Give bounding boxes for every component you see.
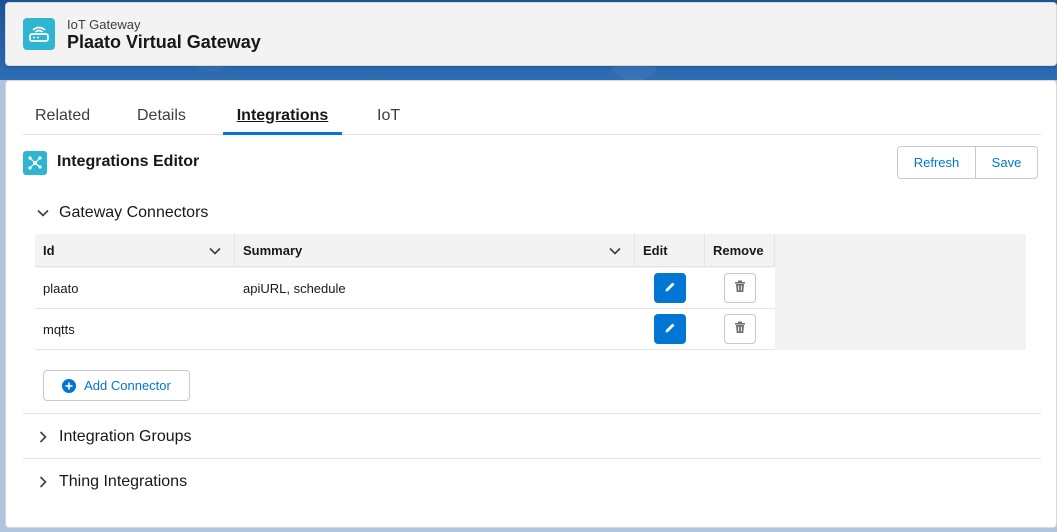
section-integration-groups-label: Integration Groups: [59, 428, 192, 445]
column-header-remove: Remove: [705, 234, 775, 267]
edit-button[interactable]: [654, 273, 686, 303]
refresh-button[interactable]: Refresh: [898, 147, 976, 178]
cell-id: plaato: [43, 280, 79, 296]
edit-button[interactable]: [654, 314, 686, 344]
record-type-label: IoT Gateway: [67, 17, 141, 32]
remove-button[interactable]: [724, 314, 756, 344]
record-header: IoT Gateway Plaato Virtual Gateway: [5, 2, 1057, 66]
chevron-down-icon[interactable]: [208, 244, 222, 261]
cell-summary: [235, 309, 635, 349]
tab-bar: Related Details Integrations IoT: [23, 99, 1041, 135]
trash-icon: [734, 321, 746, 337]
tab-iot[interactable]: IoT: [377, 99, 400, 135]
remove-button[interactable]: [724, 273, 756, 303]
pencil-icon: [664, 281, 676, 296]
cell-summary: apiURL, schedule: [243, 280, 346, 296]
table-header: Id Summary Edit Remove: [35, 234, 775, 267]
pencil-icon: [664, 322, 676, 337]
editor-title: Integrations Editor: [57, 153, 200, 170]
save-button[interactable]: Save: [976, 147, 1037, 178]
chevron-down-icon: [33, 203, 53, 223]
router-icon: [23, 18, 55, 50]
tab-related[interactable]: Related: [35, 99, 90, 135]
tab-details[interactable]: Details: [137, 99, 186, 135]
column-header-id[interactable]: Id: [35, 234, 235, 267]
record-title: Plaato Virtual Gateway: [67, 32, 261, 52]
section-divider: [23, 413, 1041, 414]
column-header-summary[interactable]: Summary: [235, 234, 635, 267]
table-row: mqtts: [35, 309, 775, 350]
column-header-edit: Edit: [635, 234, 705, 267]
network-icon: [23, 151, 47, 175]
section-gateway-connectors-toggle[interactable]: Gateway Connectors: [23, 201, 1041, 225]
main-content-card: Related Details Integrations IoT Integra…: [5, 80, 1057, 528]
cell-id: mqtts: [43, 321, 75, 337]
connectors-table: Id Summary Edit Remove plaato apiURL, sc…: [35, 234, 1026, 350]
trash-icon: [734, 280, 746, 296]
section-thing-integrations-toggle[interactable]: Thing Integrations: [23, 470, 1041, 494]
section-divider: [23, 458, 1041, 459]
chevron-down-icon[interactable]: [608, 244, 622, 261]
section-integration-groups-toggle[interactable]: Integration Groups: [23, 425, 1041, 449]
section-thing-integrations-label: Thing Integrations: [59, 473, 188, 490]
add-icon: [62, 378, 77, 393]
table-row: plaato apiURL, schedule: [35, 268, 775, 309]
chevron-right-icon: [33, 427, 53, 447]
editor-button-group: Refresh Save: [897, 146, 1038, 179]
chevron-right-icon: [33, 472, 53, 492]
tab-integrations[interactable]: Integrations: [223, 99, 342, 135]
section-gateway-connectors-label: Gateway Connectors: [59, 204, 209, 221]
add-connector-button[interactable]: Add Connector: [43, 370, 190, 401]
